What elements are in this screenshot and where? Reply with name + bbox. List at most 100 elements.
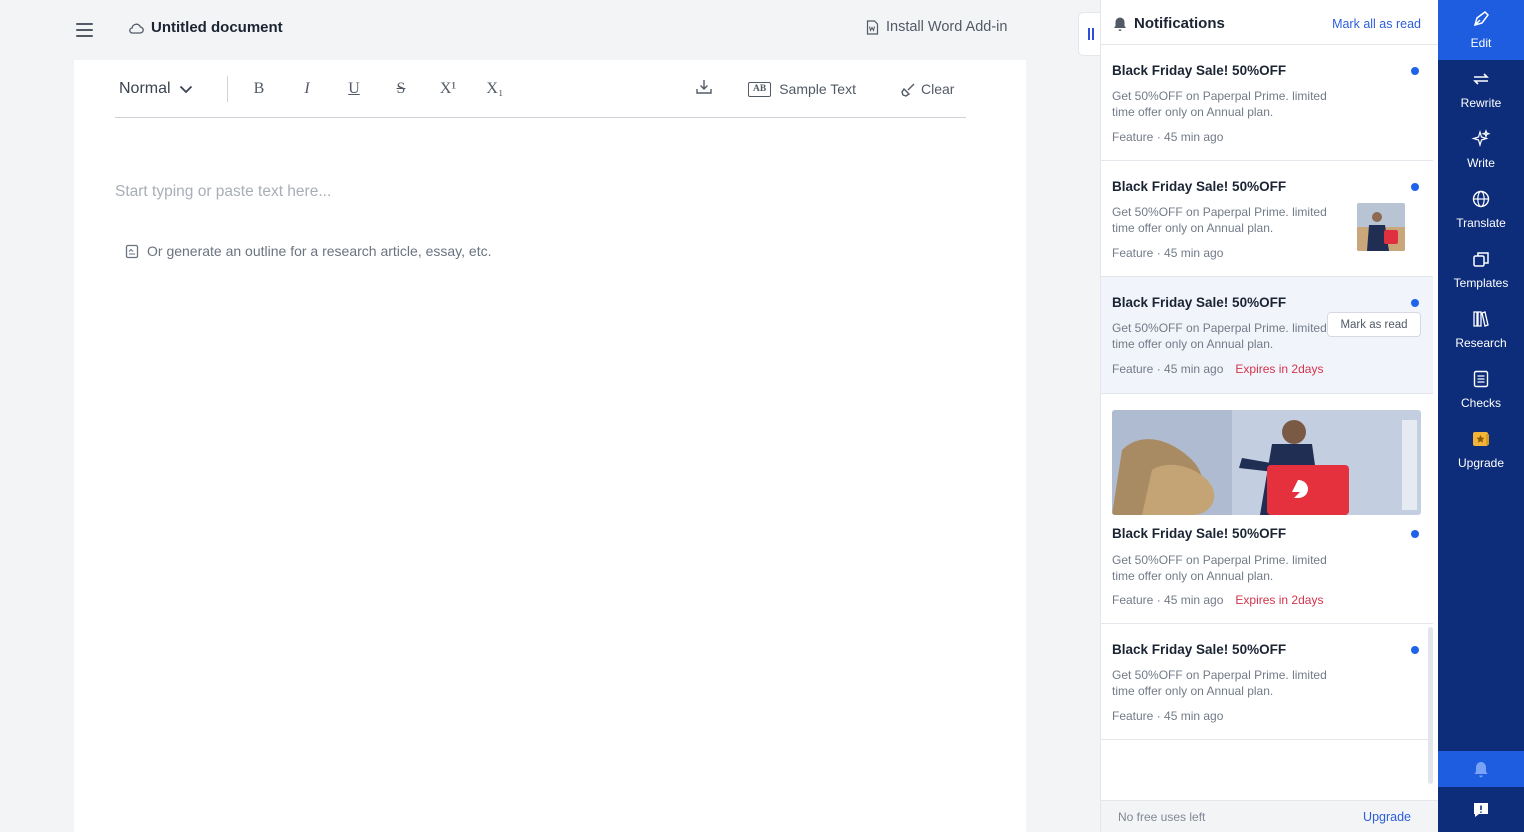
editor-card: Normal B I U S X¹ X₁ AB Sample Text Clea… <box>74 60 1026 832</box>
document-title[interactable]: Untitled document <box>128 19 283 36</box>
generate-outline-link[interactable]: Or generate an outline for a research ar… <box>125 243 491 259</box>
outline-document-icon <box>125 244 139 258</box>
generate-outline-label: Or generate an outline for a research ar… <box>147 243 492 259</box>
panel-collapse-handle[interactable] <box>1078 12 1102 56</box>
notification-body: Get 50%OFF on Paperpal Prime. limited ti… <box>1112 321 1327 351</box>
free-uses-status: No free uses left <box>1118 810 1206 824</box>
nav-upgrade[interactable]: Upgrade <box>1438 420 1524 480</box>
notification-body: Get 50%OFF on Paperpal Prime. limited ti… <box>1112 89 1327 119</box>
pen-nib-icon <box>1473 11 1489 27</box>
superscript-icon: X¹ <box>439 80 457 97</box>
nav-translate[interactable]: Translate <box>1438 180 1524 240</box>
sample-text-label: Sample Text <box>779 81 856 97</box>
notification-item[interactable]: Black Friday Sale! 50%OFF Get 50%OFF on … <box>1101 394 1433 624</box>
download-icon <box>696 80 712 94</box>
formatting-toolbar: Normal B I U S X¹ X₁ AB Sample Text Clea… <box>115 74 966 118</box>
notification-category: Feature <box>1112 130 1154 144</box>
cloud-icon <box>129 23 144 34</box>
unread-dot <box>1411 183 1419 191</box>
nav-write-label: Write <box>1467 156 1495 170</box>
ab-badge-icon: AB <box>748 81 772 97</box>
notifications-scrollbar[interactable] <box>1428 627 1433 784</box>
notification-item[interactable]: Black Friday Sale! 50%OFF Get 50%OFF on … <box>1101 624 1433 740</box>
chevron-down-icon <box>179 85 192 93</box>
notification-title: Black Friday Sale! 50%OFF <box>1112 642 1287 657</box>
nav-edit[interactable]: Edit <box>1438 0 1524 60</box>
mark-all-as-read-link[interactable]: Mark all as read <box>1332 17 1421 31</box>
nav-notifications-button[interactable] <box>1438 751 1524 787</box>
nav-rewrite[interactable]: Rewrite <box>1438 60 1524 120</box>
bell-icon <box>1114 17 1126 31</box>
sparkle-icon <box>1471 129 1491 148</box>
toolbar-divider <box>227 76 228 102</box>
strikethrough-button[interactable]: S <box>390 74 412 104</box>
nav-research-label: Research <box>1455 336 1507 350</box>
clear-label: Clear <box>921 81 955 97</box>
subscript-button[interactable]: X₁ <box>484 74 506 104</box>
notifications-footer: No free uses left Upgrade <box>1101 800 1439 832</box>
bold-button[interactable]: B <box>248 74 270 104</box>
notification-body: Get 50%OFF on Paperpal Prime. limited ti… <box>1112 205 1327 235</box>
notification-meta: Feature · 45 min ago <box>1112 709 1223 723</box>
unread-dot <box>1411 299 1419 307</box>
underline-button[interactable]: U <box>343 74 365 104</box>
strikethrough-icon: S <box>396 80 406 97</box>
sample-text-button[interactable]: AB Sample Text <box>748 74 856 104</box>
subscript-icon: X₁ <box>486 80 504 97</box>
word-file-icon <box>866 19 879 35</box>
notification-time: · 45 min ago <box>1156 709 1224 723</box>
notifications-header: Notifications Mark all as read <box>1101 0 1439 45</box>
nav-research[interactable]: Research <box>1438 300 1524 360</box>
mark-as-read-button[interactable]: Mark as read <box>1327 312 1421 337</box>
eraser-icon <box>901 83 915 97</box>
notification-meta: Feature · 45 min ago Expires in 2days <box>1112 362 1323 376</box>
bell-icon <box>1474 762 1488 778</box>
nav-feedback-button[interactable] <box>1438 792 1524 828</box>
nav-write[interactable]: Write <box>1438 120 1524 180</box>
superscript-button[interactable]: X¹ <box>437 74 459 104</box>
unread-dot <box>1411 530 1419 538</box>
star-badge-icon <box>1473 432 1489 446</box>
notification-category: Feature <box>1112 709 1154 723</box>
right-nav: Edit Rewrite Write Translate Templates R… <box>1438 0 1524 832</box>
nav-rewrite-label: Rewrite <box>1460 96 1502 110</box>
paragraph-style-select[interactable]: Normal <box>119 74 193 104</box>
unread-dot <box>1411 67 1419 75</box>
unread-dot <box>1411 646 1419 654</box>
notification-meta: Feature · 45 min ago Expires in 2days <box>1112 593 1323 607</box>
notification-body: Get 50%OFF on Paperpal Prime. limited ti… <box>1112 553 1327 583</box>
clear-button[interactable]: Clear <box>901 74 954 104</box>
italic-button[interactable]: I <box>296 74 318 104</box>
notifications-panel: Notifications Mark all as read Black Fri… <box>1100 0 1439 832</box>
globe-icon <box>1472 190 1490 208</box>
hamburger-menu-icon[interactable] <box>72 18 98 42</box>
notification-title: Black Friday Sale! 50%OFF <box>1112 63 1287 78</box>
nav-templates[interactable]: Templates <box>1438 240 1524 300</box>
italic-icon: I <box>304 80 310 97</box>
editor-text-area[interactable]: Start typing or paste text here... <box>115 183 331 201</box>
notification-item[interactable]: Black Friday Sale! 50%OFF Get 50%OFF on … <box>1101 45 1433 161</box>
notification-item[interactable]: Black Friday Sale! 50%OFF Get 50%OFF on … <box>1101 161 1433 277</box>
checklist-icon <box>1473 370 1489 388</box>
expires-label: Expires in 2days <box>1235 593 1324 607</box>
download-button[interactable] <box>695 72 713 102</box>
notification-time: · 45 min ago <box>1156 246 1224 260</box>
notifications-list: Black Friday Sale! 50%OFF Get 50%OFF on … <box>1101 45 1439 800</box>
nav-checks-label: Checks <box>1460 396 1501 410</box>
notification-body: Get 50%OFF on Paperpal Prime. limited ti… <box>1112 668 1327 698</box>
document-title-text: Untitled document <box>151 19 283 36</box>
nav-checks[interactable]: Checks <box>1438 360 1524 420</box>
install-word-addin-label: Install Word Add-in <box>886 19 1008 35</box>
notification-title: Black Friday Sale! 50%OFF <box>1112 526 1287 541</box>
notification-time: · 45 min ago <box>1156 362 1224 376</box>
bold-icon: B <box>253 80 265 97</box>
notification-category: Feature <box>1112 593 1154 607</box>
notification-time: · 45 min ago <box>1156 130 1224 144</box>
notifications-title-text: Notifications <box>1134 15 1225 32</box>
nav-edit-label: Edit <box>1470 36 1492 50</box>
notification-meta: Feature · 45 min ago <box>1112 246 1223 260</box>
notification-banner-image <box>1112 410 1421 515</box>
footer-upgrade-link[interactable]: Upgrade <box>1363 810 1411 824</box>
templates-icon <box>1473 252 1489 267</box>
install-word-addin-button[interactable]: Install Word Add-in <box>866 19 1007 35</box>
